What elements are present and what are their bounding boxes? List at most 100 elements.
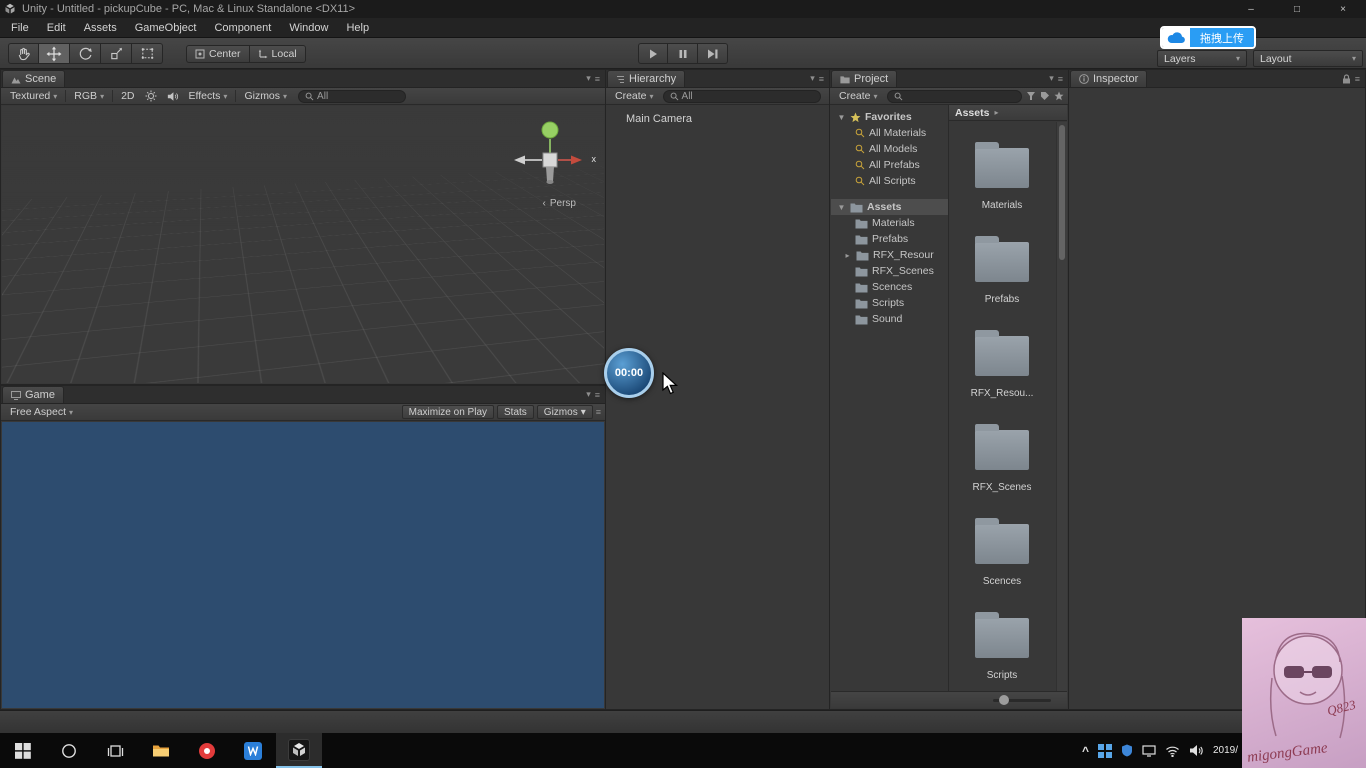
project-breadcrumb[interactable]: Assets ▸: [949, 105, 1067, 121]
task-view-button[interactable]: [92, 733, 138, 768]
favorite-all-scripts[interactable]: All Scripts: [831, 173, 948, 189]
project-scrollbar[interactable]: [1056, 122, 1067, 691]
folder-scripts[interactable]: Scripts: [949, 602, 1055, 691]
taskbar-clock[interactable]: 2019/: [1213, 745, 1238, 756]
project-panel-menu[interactable]: ▾ ≡: [1049, 70, 1068, 87]
hidden-icons-caret[interactable]: ^: [1082, 744, 1089, 758]
tree-item-assets[interactable]: ▼ Assets: [831, 199, 948, 215]
minimize-button[interactable]: –: [1228, 0, 1274, 18]
step-button[interactable]: [698, 43, 728, 64]
tree-item-materials[interactable]: Materials: [831, 215, 948, 231]
favorite-all-materials[interactable]: All Materials: [831, 125, 948, 141]
game-gizmos-dropdown[interactable]: Gizmos ▾: [536, 405, 593, 419]
security-shield-icon[interactable]: [1121, 744, 1133, 757]
caret-right-icon[interactable]: ▸: [843, 251, 852, 260]
file-explorer-button[interactable]: [138, 733, 184, 768]
folder-rfx-resources[interactable]: RFX_Resou...: [949, 320, 1055, 414]
menu-icon[interactable]: ≡: [596, 407, 601, 417]
folder-materials[interactable]: Materials: [949, 132, 1055, 226]
thumbnail-zoom-slider[interactable]: [993, 695, 1051, 705]
pause-button[interactable]: [668, 43, 698, 64]
toggle-2d-button[interactable]: 2D: [116, 89, 139, 104]
aspect-ratio-dropdown[interactable]: Free Aspect ▾: [5, 405, 78, 420]
scene-gizmos-dropdown[interactable]: Gizmos ▾: [239, 89, 292, 104]
tree-item-scences[interactable]: Scences: [831, 279, 948, 295]
project-search-input[interactable]: [886, 89, 1022, 103]
audio-toggle-button[interactable]: [162, 89, 184, 104]
hierarchy-search-input[interactable]: All: [662, 89, 821, 103]
menu-help[interactable]: Help: [337, 22, 378, 34]
folder-scences[interactable]: Scences: [949, 508, 1055, 602]
start-button[interactable]: [0, 733, 46, 768]
scene-viewport[interactable]: x ‹ Persp: [2, 106, 604, 383]
menu-file[interactable]: File: [2, 22, 38, 34]
maximize-on-play-button[interactable]: Maximize on Play: [401, 405, 494, 419]
project-create-dropdown[interactable]: Create ▾: [834, 89, 883, 104]
effects-dropdown[interactable]: Effects ▾: [184, 89, 233, 104]
display-tray-icon[interactable]: [1142, 744, 1156, 757]
orientation-gizmo[interactable]: [512, 114, 588, 192]
tab-hierarchy[interactable]: Hierarchy: [607, 70, 686, 87]
save-search-star-icon[interactable]: [1054, 91, 1064, 101]
hierarchy-create-dropdown[interactable]: Create ▾: [610, 89, 659, 104]
folder-rfx-scenes[interactable]: RFX_Scenes: [949, 414, 1055, 508]
caret-down-icon[interactable]: ▼: [837, 113, 846, 122]
hierarchy-panel-menu[interactable]: ▾ ≡: [810, 70, 829, 87]
tree-item-sound[interactable]: Sound: [831, 311, 948, 327]
pivot-center-button[interactable]: Center: [186, 45, 250, 63]
tree-item-rfx-scenes[interactable]: RFX_Scenes: [831, 263, 948, 279]
stats-button[interactable]: Stats: [497, 405, 534, 419]
menu-edit[interactable]: Edit: [38, 22, 75, 34]
volume-icon[interactable]: [1189, 744, 1204, 757]
folder-prefabs[interactable]: Prefabs: [949, 226, 1055, 320]
wifi-icon[interactable]: [1165, 745, 1180, 757]
perspective-toggle[interactable]: ‹ Persp: [543, 198, 576, 209]
search-by-type-icon[interactable]: [1026, 91, 1036, 101]
scene-panel-menu[interactable]: ▾ ≡: [586, 70, 605, 87]
tray-app-icon[interactable]: [1097, 743, 1112, 758]
tree-item-rfx-resources[interactable]: ▸ RFX_Resour: [831, 247, 948, 263]
caret-down-icon[interactable]: ▼: [837, 203, 846, 212]
unity-taskbar-button[interactable]: [276, 733, 322, 768]
tree-item-prefabs[interactable]: Prefabs: [831, 231, 948, 247]
inspector-panel-menu[interactable]: ≡: [1342, 70, 1365, 87]
render-channel-dropdown[interactable]: RGB ▾: [69, 89, 109, 104]
tab-game[interactable]: Game: [2, 386, 64, 403]
lighting-toggle-button[interactable]: [140, 89, 162, 104]
maximize-button[interactable]: □: [1274, 0, 1320, 18]
rect-tool-button[interactable]: [132, 43, 163, 64]
tab-inspector[interactable]: Inspector: [1070, 70, 1148, 87]
menu-window[interactable]: Window: [280, 22, 337, 34]
hand-tool-button[interactable]: [8, 43, 39, 64]
slider-knob[interactable]: [999, 695, 1009, 705]
favorite-all-models[interactable]: All Models: [831, 141, 948, 157]
lock-icon[interactable]: [1342, 73, 1351, 84]
menu-component[interactable]: Component: [205, 22, 280, 34]
scene-search-input[interactable]: All: [298, 89, 407, 103]
screen-recorder-timer[interactable]: 00:00: [604, 348, 654, 398]
shading-mode-dropdown[interactable]: Textured ▾: [5, 89, 62, 104]
drag-upload-button[interactable]: 拖拽上传: [1160, 26, 1256, 49]
layers-dropdown[interactable]: Layers ▾: [1157, 50, 1247, 67]
scrollbar-thumb[interactable]: [1059, 125, 1065, 260]
search-by-label-icon[interactable]: [1040, 91, 1050, 101]
layout-dropdown[interactable]: Layout ▾: [1253, 50, 1363, 67]
close-button[interactable]: ×: [1320, 0, 1366, 18]
favorite-all-prefabs[interactable]: All Prefabs: [831, 157, 948, 173]
cortana-search-button[interactable]: [46, 733, 92, 768]
favorites-header[interactable]: ▼ Favorites: [831, 109, 948, 125]
tab-project[interactable]: Project: [831, 70, 898, 87]
recorder-app-button[interactable]: [184, 733, 230, 768]
space-local-button[interactable]: Local: [249, 45, 306, 63]
tab-scene[interactable]: Scene: [2, 70, 66, 87]
rotate-tool-button[interactable]: [70, 43, 101, 64]
move-tool-button[interactable]: [39, 43, 70, 64]
scale-tool-button[interactable]: [101, 43, 132, 64]
game-panel-menu[interactable]: ▾ ≡: [586, 386, 605, 403]
game-viewport[interactable]: [2, 422, 604, 708]
wps-button[interactable]: [230, 733, 276, 768]
hierarchy-item-main-camera[interactable]: Main Camera: [606, 111, 829, 127]
menu-assets[interactable]: Assets: [75, 22, 126, 34]
tree-item-scripts[interactable]: Scripts: [831, 295, 948, 311]
play-button[interactable]: [638, 43, 668, 64]
